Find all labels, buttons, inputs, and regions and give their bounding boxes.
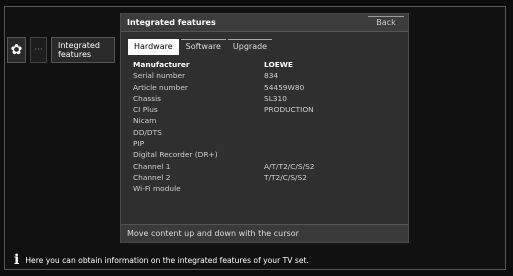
- item-value: LOEWE: [264, 60, 293, 69]
- gear-icon: ✿: [10, 42, 23, 58]
- back-button[interactable]: Back: [368, 16, 404, 29]
- list-item: Manufacturer LOEWE: [133, 59, 393, 70]
- info-bar: i Here you can obtain information on the…: [14, 253, 309, 267]
- item-value: 54459W80: [264, 82, 305, 92]
- item-label: Digital Recorder (DR+): [133, 150, 218, 160]
- panel-header: Integrated features Back: [121, 14, 408, 32]
- menu-item-label: Integrated features: [58, 41, 100, 59]
- dots-label: ···: [34, 45, 43, 55]
- item-label: CI Plus: [133, 105, 158, 115]
- info-icon: i: [14, 252, 20, 268]
- list-item: Chassis SL310: [133, 93, 393, 104]
- tab-hardware[interactable]: Hardware: [128, 39, 179, 55]
- item-value: A/T/T2/C/S/S2: [264, 161, 315, 171]
- item-label: Article number: [133, 82, 188, 92]
- list-item: Wi-Fi module: [133, 183, 393, 194]
- panel-footer-hint: Move content up and down with the cursor: [121, 224, 408, 242]
- tab-upgrade[interactable]: Upgrade: [227, 39, 273, 54]
- item-value: PRODUCTION: [264, 105, 314, 115]
- list-item: CI Plus PRODUCTION: [133, 104, 393, 115]
- integrated-features-panel: Integrated features Back Hardware Softwa…: [120, 13, 409, 243]
- item-label: Nicam: [133, 116, 157, 126]
- tab-bar: Hardware Software Upgrade: [128, 39, 274, 55]
- hardware-list: Manufacturer LOEWE Serial number 834 Art…: [133, 59, 393, 195]
- item-label: Channel 1: [133, 161, 171, 171]
- item-value: SL310: [264, 93, 287, 103]
- list-item: Channel 2 T/T2/C/S/S2: [133, 172, 393, 183]
- settings-button[interactable]: ✿: [7, 37, 26, 63]
- item-value: 834: [264, 71, 279, 81]
- item-value: T/T2/C/S/S2: [264, 172, 307, 182]
- item-label: PIP: [133, 139, 145, 149]
- menu-item-integrated-features[interactable]: Integrated features: [51, 37, 115, 63]
- list-item: PIP: [133, 138, 393, 149]
- item-label: Manufacturer: [133, 60, 190, 69]
- list-item: Channel 1 A/T/T2/C/S/S2: [133, 161, 393, 172]
- item-label: Serial number: [133, 71, 186, 81]
- list-item: DD/DTS: [133, 127, 393, 138]
- panel-title: Integrated features: [127, 18, 216, 27]
- item-label: DD/DTS: [133, 127, 162, 137]
- list-item: Article number 54459W80: [133, 82, 393, 93]
- more-button[interactable]: ···: [30, 37, 47, 63]
- item-label: Wi-Fi module: [133, 184, 181, 194]
- info-text: Here you can obtain information on the i…: [25, 255, 309, 265]
- list-item: Serial number 834: [133, 70, 393, 81]
- item-label: Chassis: [133, 93, 161, 103]
- list-item: Digital Recorder (DR+): [133, 149, 393, 160]
- list-item: Nicam: [133, 115, 393, 126]
- item-label: Channel 2: [133, 172, 171, 182]
- tab-software[interactable]: Software: [180, 39, 226, 54]
